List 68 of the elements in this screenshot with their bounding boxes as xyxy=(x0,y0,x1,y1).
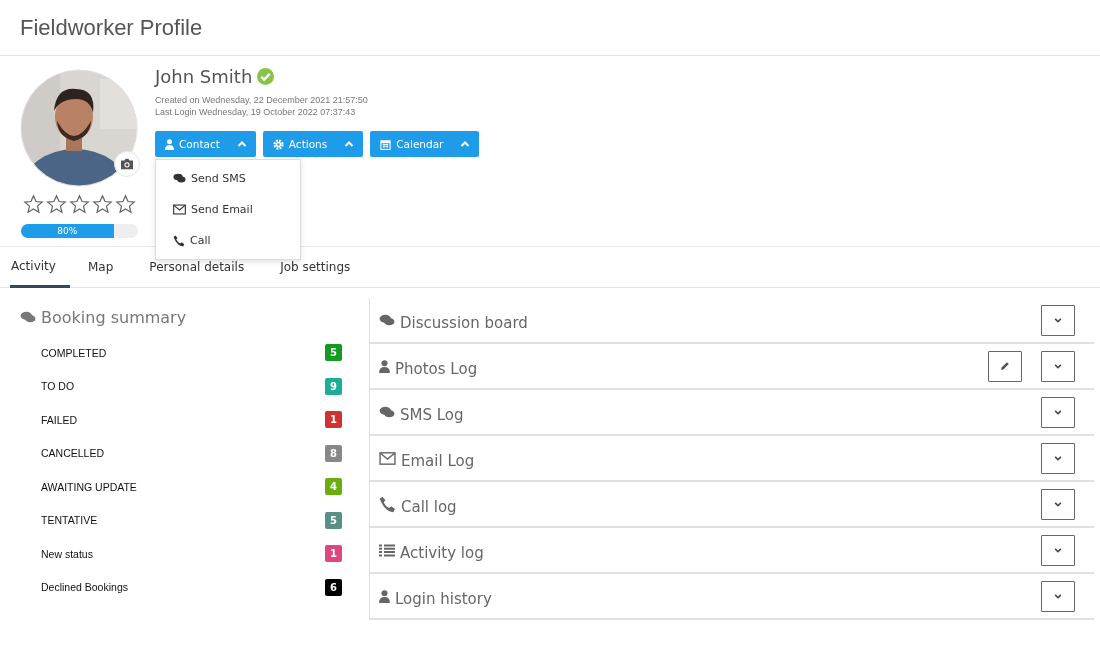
edit-button[interactable] xyxy=(988,350,1022,382)
count-badge: 5 xyxy=(325,344,342,362)
star-rating[interactable] xyxy=(22,194,136,215)
count-badge: 9 xyxy=(325,377,342,395)
status-label: TENTATIVE xyxy=(41,514,98,527)
count-badge: 4 xyxy=(325,478,342,496)
panel-title: Call log xyxy=(401,497,458,516)
created-date: Created on Wednesday, 22 December 2021 21:57:50 xyxy=(155,94,369,106)
status-label: TO DO xyxy=(41,380,75,393)
expand-button[interactable] xyxy=(1041,534,1075,566)
menu-item[interactable]: Send Email xyxy=(156,194,300,225)
count-badge: 5 xyxy=(325,511,342,529)
pencil-icon xyxy=(1000,361,1010,371)
user-icon xyxy=(379,359,390,373)
status-label: Declined Bookings xyxy=(41,581,128,594)
expand-button[interactable] xyxy=(1041,396,1075,428)
chevron-up-icon xyxy=(460,141,471,147)
status-label: COMPLETED xyxy=(41,346,107,359)
chevron-down-icon xyxy=(1054,501,1062,507)
phone-icon xyxy=(173,234,185,247)
expand-button[interactable] xyxy=(1041,350,1075,382)
expand-button[interactable] xyxy=(1041,580,1075,612)
user-icon xyxy=(379,589,390,603)
chat-icon xyxy=(173,173,186,184)
count-badge: 8 xyxy=(325,444,342,462)
section-title: Booking summary xyxy=(41,307,187,327)
chevron-up-icon xyxy=(236,141,247,147)
chevron-down-icon xyxy=(1054,547,1062,553)
list-icon xyxy=(379,543,395,557)
count-badge: 1 xyxy=(325,411,342,429)
panel-title: Photos Log xyxy=(395,359,479,378)
status-label: AWAITING UPDATE xyxy=(41,480,137,493)
count-badge: 6 xyxy=(325,578,342,596)
menu-item[interactable]: Send SMS xyxy=(156,163,300,194)
panel-title: Activity log xyxy=(400,543,485,562)
chevron-down-icon xyxy=(1054,317,1062,323)
expand-button[interactable] xyxy=(1041,442,1075,474)
chevron-up-icon xyxy=(344,141,355,147)
expand-button[interactable] xyxy=(1041,304,1075,336)
chevron-down-icon xyxy=(1054,363,1062,369)
envelope-icon xyxy=(379,451,396,465)
panel-title: Discussion board xyxy=(400,313,529,332)
tab[interactable]: Map xyxy=(86,247,116,288)
panel-title: SMS Log xyxy=(400,405,465,424)
chat-icon xyxy=(20,310,36,324)
chat-icon xyxy=(379,405,395,419)
phone-icon xyxy=(379,495,396,513)
envelope-icon xyxy=(173,204,186,215)
last-login: Last Login Wednesday, 19 October 2022 07:37:43 xyxy=(155,106,357,118)
status-label: New status xyxy=(41,547,93,560)
gear-icon xyxy=(272,138,284,150)
count-badge: 1 xyxy=(325,545,342,563)
expand-button[interactable] xyxy=(1041,488,1075,520)
camera-icon[interactable] xyxy=(114,151,140,177)
calendar-icon xyxy=(380,138,392,150)
tab[interactable]: Activity xyxy=(10,247,70,288)
status-label: CANCELLED xyxy=(41,447,105,460)
chat-icon xyxy=(379,313,395,327)
status-label: FAILED xyxy=(41,413,78,426)
chevron-down-icon xyxy=(1054,455,1062,461)
user-icon xyxy=(165,138,174,150)
chevron-down-icon xyxy=(1054,409,1062,415)
chevron-down-icon xyxy=(1054,593,1062,599)
profile-name: John Smith xyxy=(155,66,253,87)
progress-label: 80% xyxy=(56,225,79,238)
panel-title: Email Log xyxy=(401,451,476,470)
panel-title: Login history xyxy=(395,589,493,608)
page-title: Fieldworker Profile xyxy=(20,14,203,41)
